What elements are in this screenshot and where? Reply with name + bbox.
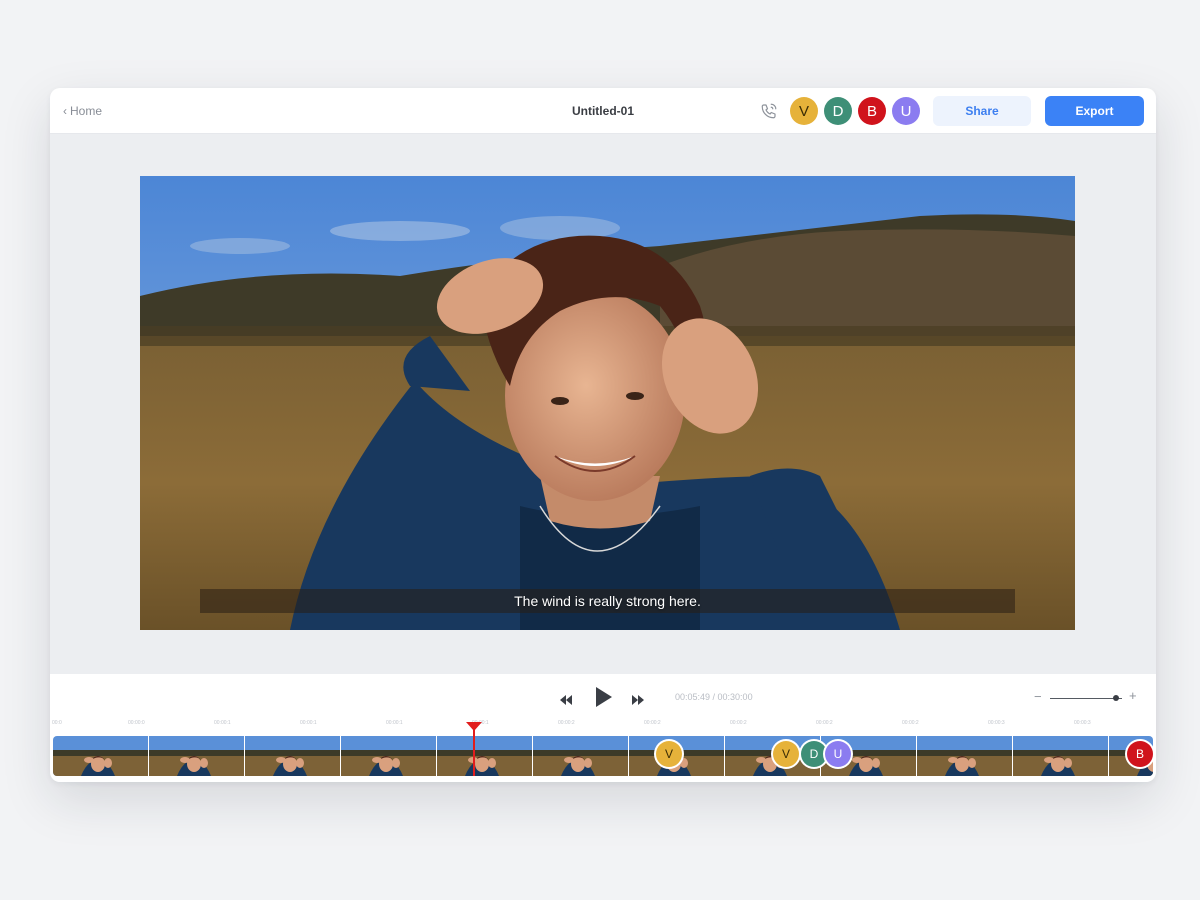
video-preview[interactable]: The wind is really strong here.: [140, 176, 1075, 630]
collaborator-avatar-v[interactable]: V: [790, 97, 818, 125]
comment-marker-d[interactable]: D: [801, 741, 827, 767]
export-button[interactable]: Export: [1045, 96, 1144, 126]
marker-initial: B: [1135, 747, 1144, 761]
phone-call-icon[interactable]: [760, 102, 778, 120]
collaborator-avatar-u[interactable]: U: [892, 97, 920, 125]
comment-marker-v[interactable]: V: [656, 741, 682, 767]
collaborator-avatar-b[interactable]: B: [858, 97, 886, 125]
comment-marker-b[interactable]: B: [1127, 741, 1153, 767]
zoom-out-icon[interactable]: −: [1034, 689, 1042, 704]
zoom-slider-handle[interactable]: [1113, 695, 1120, 701]
tick-label: 00:00:0: [128, 720, 145, 726]
fast-forward-icon[interactable]: [632, 692, 644, 710]
play-icon[interactable]: [596, 687, 612, 712]
rewind-icon[interactable]: [560, 692, 572, 710]
track-thumbnail: [1013, 736, 1109, 776]
tick-label: 00:00:1: [386, 720, 403, 726]
track-thumbnail: [437, 736, 533, 776]
tick-label: 00:00:1: [214, 720, 231, 726]
top-bar: ‹ Home Untitled-01 V D B U Share Export: [50, 88, 1156, 134]
tick-label: 00:00:2: [902, 720, 919, 726]
tick-label: 00:00:2: [644, 720, 661, 726]
time-readout: 00:05:49 / 00:30:00: [675, 692, 753, 702]
marker-initial: V: [664, 747, 673, 761]
track-thumbnail: [341, 736, 437, 776]
track-thumbnail: [533, 736, 629, 776]
avatar-initial: B: [866, 102, 877, 120]
marker-initial: U: [833, 747, 843, 761]
tick-label: 00:00:1: [300, 720, 317, 726]
zoom-in-icon[interactable]: +: [1129, 688, 1137, 703]
timeline-ruler[interactable]: 00:0 00:00:0 00:00:1 00:00:1 00:00:1 00:…: [50, 720, 1156, 732]
comment-marker-v[interactable]: V: [773, 741, 799, 767]
tick-label: 00:00:2: [558, 720, 575, 726]
comment-marker-u[interactable]: U: [825, 741, 851, 767]
zoom-slider-track[interactable]: [1050, 698, 1122, 699]
marker-initial: V: [781, 747, 790, 761]
track-thumbnail: [245, 736, 341, 776]
tick-label: 00:00:3: [988, 720, 1005, 726]
editor-window: ‹ Home Untitled-01 V D B U Share Export: [50, 88, 1156, 782]
track-thumbnail: [149, 736, 245, 776]
track-thumbnail: [53, 736, 149, 776]
home-label: Home: [70, 104, 103, 118]
timeline-panel: 00:05:49 / 00:30:00 − + 00:0 00:00:0 00:…: [50, 674, 1156, 782]
marker-initial: D: [809, 747, 819, 761]
avatar-initial: D: [832, 102, 844, 120]
collaborator-avatar-d[interactable]: D: [824, 97, 852, 125]
video-track-strip[interactable]: [53, 736, 1153, 776]
subtitle-caption[interactable]: The wind is really strong here.: [140, 593, 1075, 609]
tick-label: 00:00:2: [730, 720, 747, 726]
home-link[interactable]: ‹ Home: [63, 104, 102, 118]
tick-label: 00:0: [52, 720, 62, 726]
chevron-left-icon: ‹: [63, 104, 67, 118]
video-frame-image: [140, 176, 1075, 630]
tick-label: 00:00:2: [816, 720, 833, 726]
share-button[interactable]: Share: [933, 96, 1031, 126]
playhead-handle[interactable]: [466, 722, 482, 731]
avatar-initial: V: [798, 102, 809, 120]
avatar-initial: U: [900, 102, 912, 120]
track-thumbnail: [917, 736, 1013, 776]
playhead-line: [473, 728, 475, 776]
tick-label: 00:00:3: [1074, 720, 1091, 726]
